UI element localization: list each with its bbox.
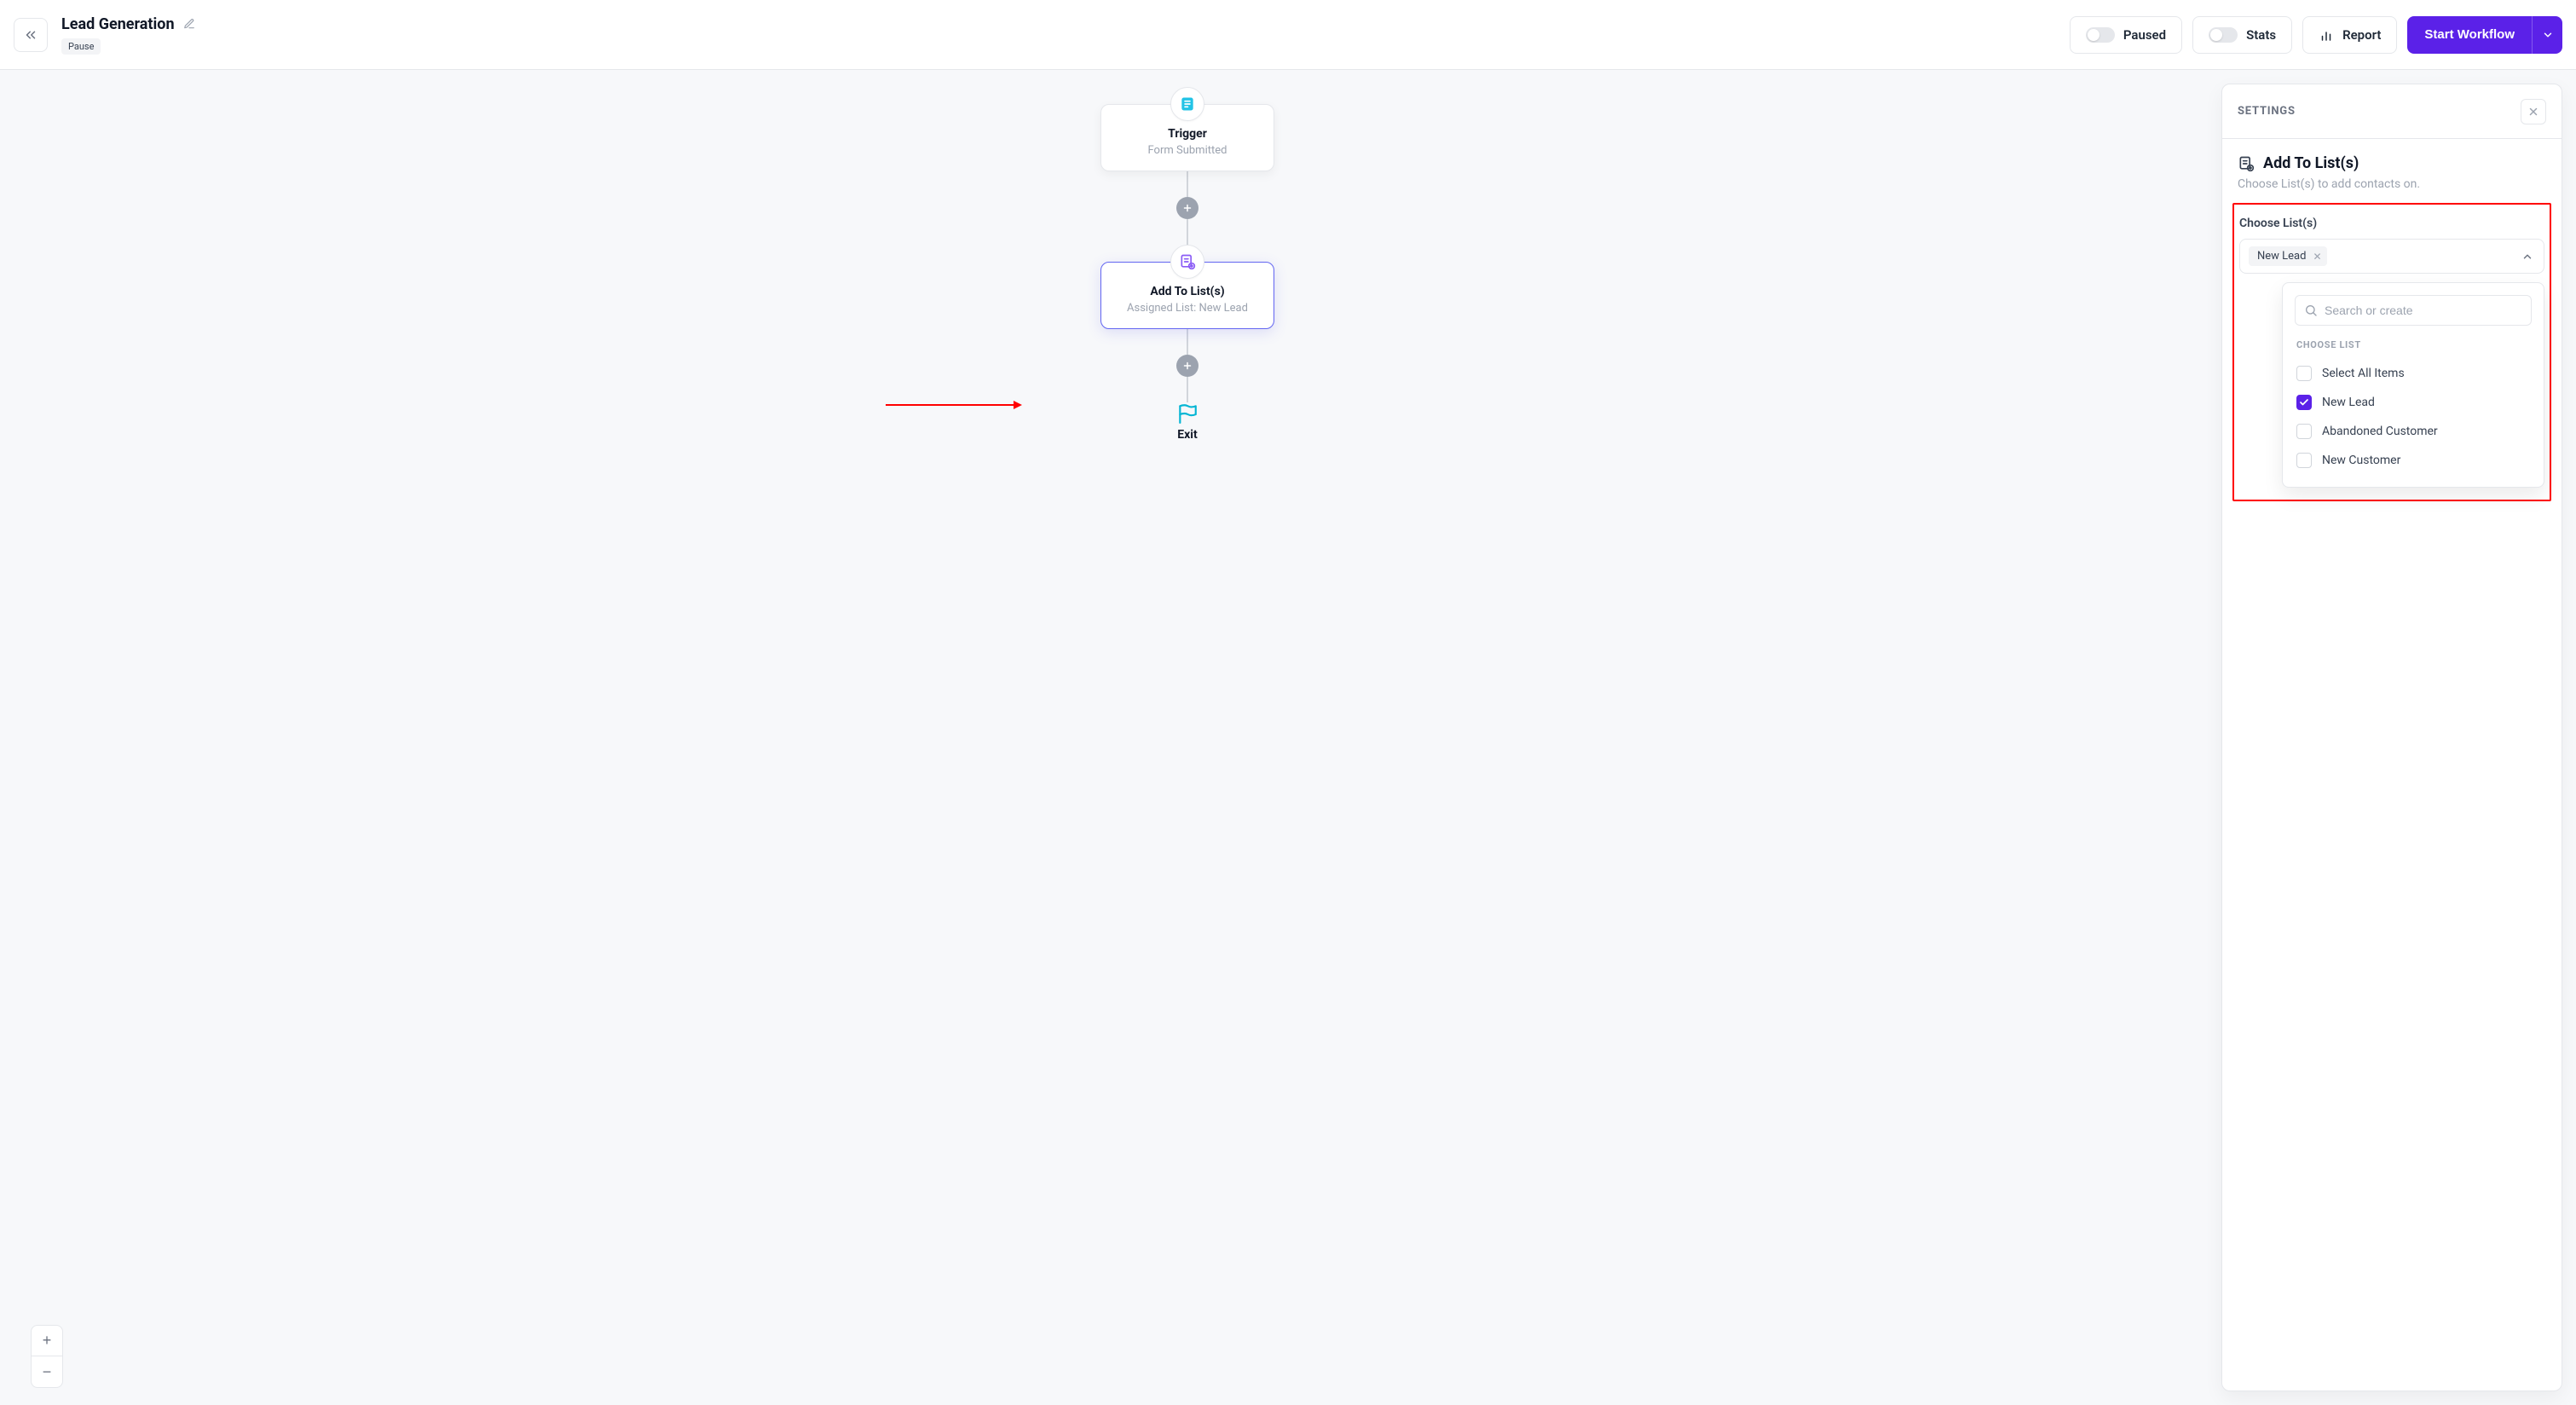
chevrons-left-icon: [23, 27, 38, 43]
list-dropdown: CHOOSE LIST Select All Items New Lead Aban…: [2282, 282, 2544, 488]
option-label: Select All Items: [2322, 367, 2405, 380]
back-button[interactable]: [14, 18, 48, 52]
annotation-arrow: [886, 401, 1022, 409]
page-title: Lead Generation: [61, 15, 175, 33]
action-node-subtitle: Assigned List: New Lead: [1115, 302, 1260, 315]
close-panel-button[interactable]: [2521, 99, 2546, 124]
dropdown-option[interactable]: Abandoned Customer: [2295, 417, 2532, 446]
status-chip: Pause: [61, 38, 101, 55]
topbar-actions: Paused Stats Report Start Workflow: [2070, 16, 2562, 54]
selected-tag: New Lead ✕: [2249, 246, 2327, 266]
plus-icon: [1182, 361, 1193, 371]
zoom-out-button[interactable]: −: [32, 1356, 62, 1387]
panel-section-desc: Choose List(s) to add contacts on.: [2238, 177, 2546, 191]
checkbox[interactable]: [2296, 424, 2312, 439]
zoom-controls: + −: [31, 1325, 63, 1388]
workflow-flow: Trigger Form Submitted Add To List(s) As…: [1100, 87, 1274, 442]
form-icon: [1179, 95, 1196, 113]
chevron-down-icon: [2542, 29, 2554, 41]
pencil-icon: [183, 18, 195, 30]
option-label: New Lead: [2322, 396, 2375, 409]
add-step-button[interactable]: [1176, 197, 1198, 219]
flag-icon: [1176, 402, 1198, 425]
action-node-title: Add To List(s): [1115, 285, 1260, 298]
settings-panel: SETTINGS Add To List(s) Choose List(s) t…: [2221, 84, 2562, 1391]
report-button[interactable]: Report: [2302, 16, 2397, 54]
search-input[interactable]: [2325, 304, 2522, 317]
remove-tag-button[interactable]: ✕: [2313, 251, 2321, 263]
connector-line: [1187, 329, 1188, 355]
search-icon: [2304, 304, 2318, 317]
panel-header-title: SETTINGS: [2238, 105, 2296, 118]
report-label: Report: [2342, 27, 2381, 43]
toggle-icon: [2209, 27, 2238, 43]
start-workflow-button[interactable]: Start Workflow: [2407, 16, 2532, 54]
workspace: Trigger Form Submitted Add To List(s) As…: [0, 70, 2576, 1405]
zoom-in-button[interactable]: +: [32, 1326, 62, 1356]
option-label: Abandoned Customer: [2322, 425, 2438, 438]
trigger-node-icon-wrap: [1170, 87, 1204, 121]
edit-title-button[interactable]: [183, 18, 195, 30]
connector-line: [1187, 377, 1188, 402]
dropdown-section-label: CHOOSE LIST: [2296, 339, 2530, 350]
dropdown-option[interactable]: New Lead: [2295, 388, 2532, 417]
annotation-highlight: Choose List(s) New Lead ✕ CHOOSE LIST Sel…: [2232, 203, 2551, 501]
close-icon: [2527, 106, 2539, 118]
action-node-icon-wrap: [1170, 245, 1204, 279]
search-box[interactable]: [2295, 295, 2532, 326]
bar-chart-icon: [2319, 27, 2334, 43]
chevron-up-icon: [2521, 251, 2533, 263]
plus-icon: [1182, 203, 1193, 213]
field-label: Choose List(s): [2238, 217, 2546, 230]
connector-line: [1187, 219, 1188, 245]
list-add-icon: [2238, 155, 2255, 172]
topbar: Lead Generation Pause Paused Stats Repor…: [0, 0, 2576, 70]
stats-toggle-label: Stats: [2246, 27, 2276, 43]
trigger-node-subtitle: Form Submitted: [1115, 144, 1260, 157]
canvas[interactable]: Trigger Form Submitted Add To List(s) As…: [0, 70, 2576, 1405]
connector-line: [1187, 171, 1188, 197]
trigger-node-title: Trigger: [1115, 127, 1260, 141]
panel-section-title: Add To List(s): [2263, 154, 2359, 172]
panel-header: SETTINGS: [2222, 84, 2562, 139]
dropdown-option[interactable]: New Customer: [2295, 446, 2532, 475]
exit-node-label: Exit: [1177, 428, 1197, 442]
panel-body: Add To List(s) Choose List(s) to add con…: [2222, 139, 2562, 1391]
start-workflow-menu-button[interactable]: [2532, 16, 2562, 54]
stats-toggle[interactable]: Stats: [2192, 16, 2292, 54]
list-add-icon: [1179, 253, 1196, 270]
option-label: New Customer: [2322, 454, 2400, 467]
tag-label: New Lead: [2257, 250, 2306, 263]
checkbox[interactable]: [2296, 453, 2312, 468]
exit-node-icon: [1176, 402, 1198, 425]
add-step-button[interactable]: [1176, 355, 1198, 377]
checkbox[interactable]: [2296, 395, 2312, 410]
title-wrap: Lead Generation Pause: [61, 15, 195, 55]
paused-toggle[interactable]: Paused: [2070, 16, 2182, 54]
dropdown-option[interactable]: Select All Items: [2295, 359, 2532, 388]
list-multiselect[interactable]: New Lead ✕: [2239, 239, 2544, 274]
paused-toggle-label: Paused: [2123, 27, 2166, 43]
checkbox[interactable]: [2296, 366, 2312, 381]
toggle-icon: [2086, 27, 2115, 43]
